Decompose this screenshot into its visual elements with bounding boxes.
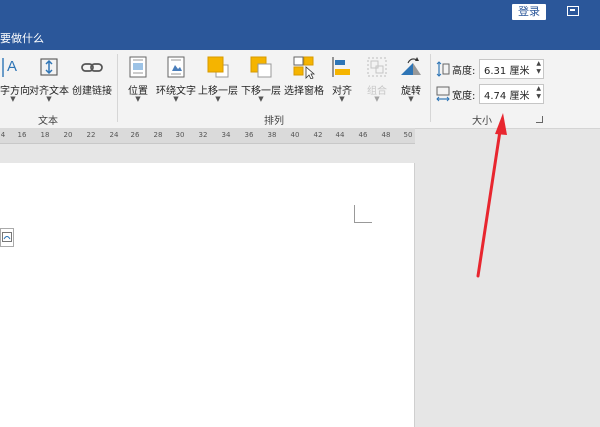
create-link-icon <box>81 63 103 72</box>
group-divider <box>117 54 118 122</box>
ruler-tick-label: 38 <box>267 131 277 139</box>
ruler-tick-label: 20 <box>63 131 73 139</box>
height-icon <box>436 61 450 77</box>
align-text-icon <box>40 58 58 76</box>
create-link-label: 创建链接 <box>72 86 112 97</box>
chevron-down-icon: ▼ <box>258 95 264 103</box>
size-dialog-launcher-icon[interactable] <box>536 116 543 123</box>
chevron-down-icon: ▼ <box>10 95 16 103</box>
ruler-tick-label: 26 <box>130 131 140 139</box>
selection-pane-label: 选择窗格 <box>284 86 324 97</box>
group-icon <box>367 57 387 77</box>
height-value: 6.31 厘米 <box>484 66 530 77</box>
chevron-down-icon: ▼ <box>135 95 141 103</box>
bring-forward-icon <box>207 56 229 78</box>
ruler-tick-label: 46 <box>358 131 368 139</box>
align-text-button[interactable]: 对齐文本 ▼ <box>28 53 70 105</box>
width-value: 4.74 厘米 <box>484 91 530 102</box>
chevron-down-icon: ▼ <box>173 95 179 103</box>
ruler-tick-label: 22 <box>86 131 96 139</box>
ruler-tick-label: 36 <box>244 131 254 139</box>
width-label: 宽度: <box>452 91 476 102</box>
object-anchor-icon[interactable] <box>0 228 14 247</box>
align-button[interactable]: 对齐 ▼ <box>327 53 357 105</box>
size-group-label: 大小 <box>472 116 492 127</box>
chevron-down-icon: ▼ <box>339 95 345 103</box>
ruler-tick-label: 28 <box>153 131 163 139</box>
group-divider <box>430 54 431 122</box>
ruler-tick-label: 4 <box>0 131 6 139</box>
ruler-tick-label: 34 <box>221 131 231 139</box>
chevron-down-icon: ▼ <box>408 95 414 103</box>
horizontal-ruler: 4 16 18 20 22 24 26 28 30 32 34 36 38 40 42 44 46 48 50 <box>0 128 415 144</box>
ruler-tick-label: 18 <box>40 131 50 139</box>
wrap-text-button[interactable]: 环绕文字 ▼ <box>155 53 197 105</box>
send-backward-button[interactable]: 下移一层 ▼ <box>240 53 282 105</box>
document-page[interactable] <box>0 163 415 427</box>
ribbon: A 字方向 ▼ 对齐文本 ▼ 创建链接 文本 位置 ▼ 环绕文字 ▼ 上移一层 … <box>0 50 600 129</box>
chevron-down-icon: ▼ <box>215 95 221 103</box>
login-button[interactable]: 登录 <box>512 4 546 20</box>
ruler-tick-label: 50 <box>403 131 413 139</box>
height-spinner[interactable]: ▲ ▼ <box>536 60 541 76</box>
tell-me-bar: 要做什么 <box>0 25 600 50</box>
ribbon-display-options-icon[interactable] <box>567 6 579 16</box>
wrap-text-icon <box>167 56 185 78</box>
create-link-button[interactable]: 创建链接 <box>71 53 113 105</box>
text-direction-icon: A <box>2 58 17 77</box>
page-margin-corner-mark <box>354 205 372 223</box>
height-label: 高度: <box>452 66 476 77</box>
text-direction-button[interactable]: A 字方向 ▼ <box>0 53 30 105</box>
width-icon <box>436 86 450 102</box>
ruler-tick-label: 16 <box>17 131 27 139</box>
position-button[interactable]: 位置 ▼ <box>122 53 154 105</box>
rotate-icon <box>401 57 421 75</box>
rotate-button[interactable]: 旋转 ▼ <box>396 53 426 105</box>
selection-pane-icon <box>293 56 316 79</box>
chevron-down-icon: ▼ <box>374 95 380 103</box>
width-input[interactable]: 4.74 厘米 ▲ ▼ <box>479 84 544 104</box>
width-spinner[interactable]: ▲ ▼ <box>536 85 541 101</box>
group-button[interactable]: 组合 ▼ <box>362 53 392 105</box>
ruler-tick-label: 42 <box>313 131 323 139</box>
align-icon <box>332 57 350 77</box>
title-bar: 登录 <box>0 0 600 25</box>
bring-forward-button[interactable]: 上移一层 ▼ <box>198 53 238 105</box>
svg-text:A: A <box>7 58 17 75</box>
ruler-tick-label: 48 <box>381 131 391 139</box>
text-group-label: 文本 <box>38 116 58 127</box>
position-icon <box>129 56 147 78</box>
tell-me-search[interactable]: 要做什么 <box>0 30 44 46</box>
ruler-tick-label: 40 <box>290 131 300 139</box>
ruler-tick-label: 24 <box>109 131 119 139</box>
ruler-tick-label: 30 <box>175 131 185 139</box>
ruler-tick-label: 44 <box>335 131 345 139</box>
send-backward-icon <box>250 56 272 78</box>
ruler-tick-label: 32 <box>198 131 208 139</box>
chevron-down-icon: ▼ <box>46 95 52 103</box>
selection-pane-button[interactable]: 选择窗格 <box>283 53 325 105</box>
arrange-group-label: 排列 <box>264 116 284 127</box>
height-input[interactable]: 6.31 厘米 ▲ ▼ <box>479 59 544 79</box>
